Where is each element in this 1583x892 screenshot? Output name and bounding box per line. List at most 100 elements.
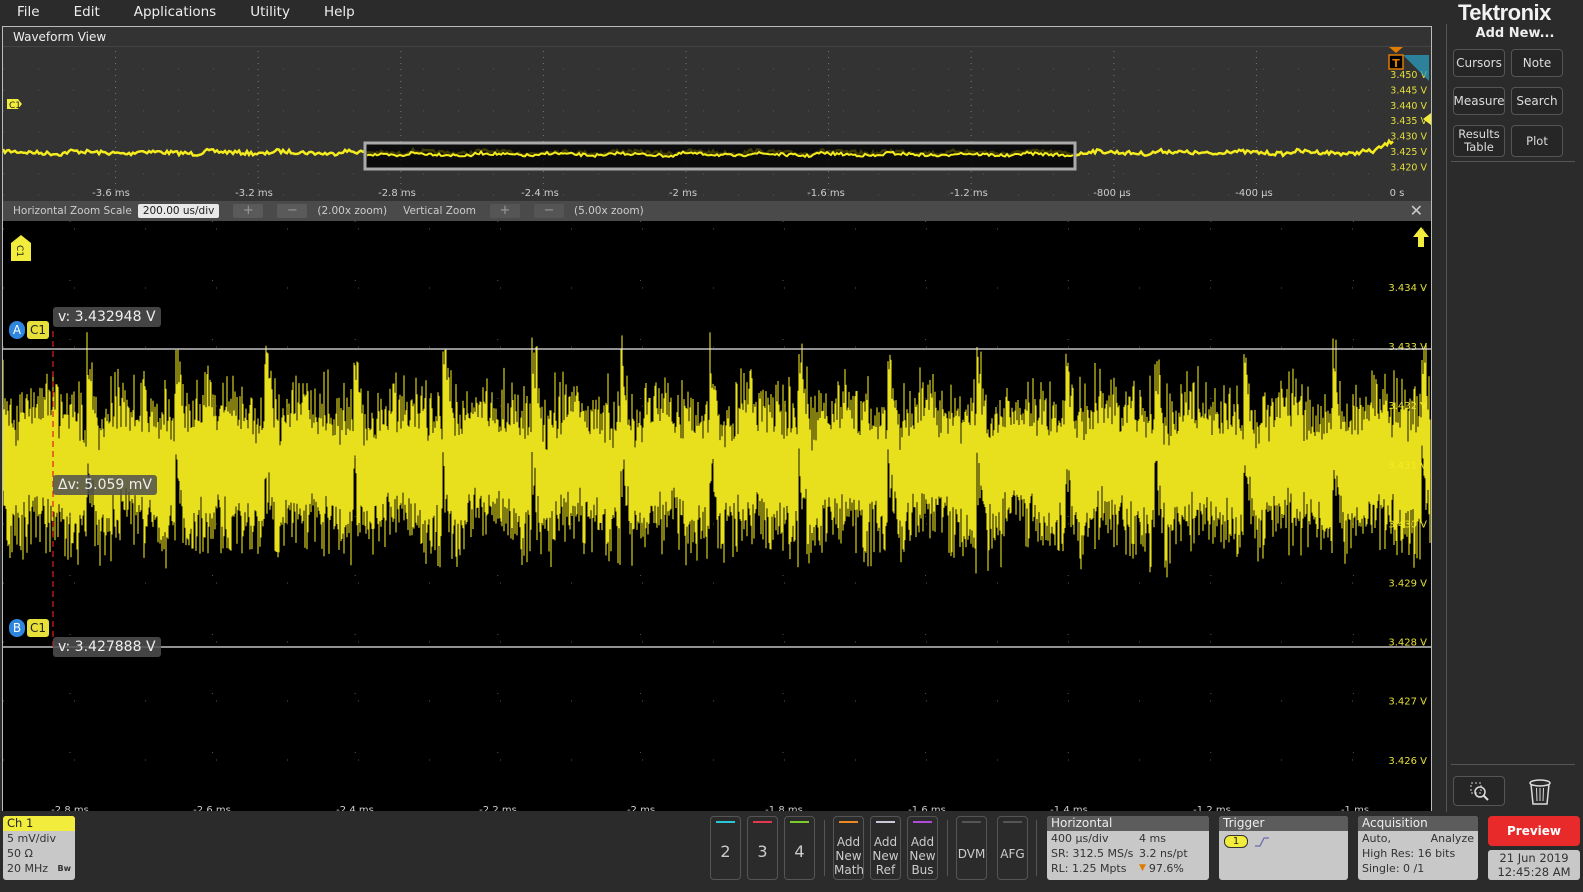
add-results-table-button[interactable]: Results Table <box>1453 125 1505 157</box>
panel-divider <box>1451 764 1575 765</box>
channel-3-label: 3 <box>757 842 768 861</box>
menu-edit[interactable]: Edit <box>57 0 117 24</box>
cursor-a-readout: v: 3.432948 V <box>53 307 161 327</box>
horizontal-zoom-out-button[interactable]: − <box>277 204 308 218</box>
add-cursors-button[interactable]: Cursors <box>1453 49 1505 77</box>
ch1-title: Ch 1 <box>3 816 75 831</box>
cursor-a-tag[interactable]: A C1 <box>9 321 49 339</box>
overview-svg: 3.450 V3.445 V3.440 V3.435 V3.430 V3.425… <box>1 47 1431 199</box>
trigger-arrow-icon <box>1389 47 1403 53</box>
waveform-view-title: Waveform View <box>3 27 1431 47</box>
afg-button[interactable]: AFG <box>997 816 1028 880</box>
channel-2-label: 2 <box>720 842 731 861</box>
horizontal-zoom-label: Horizontal Zoom Scale <box>13 205 132 217</box>
overview-x-tick: -3.2 ms <box>235 188 273 199</box>
dvm-indicator <box>962 821 981 823</box>
preview-button[interactable]: Preview <box>1488 816 1580 846</box>
channel-2-color <box>716 821 735 823</box>
channel-marker-label: C1 <box>9 101 21 111</box>
time-per-point: 3.2 ns/pt <box>1139 847 1188 860</box>
record-length: RL: 1.25 Mpts <box>1051 862 1127 875</box>
channel-3-color <box>753 821 772 823</box>
x-tick-label: -1 ms <box>1341 805 1369 811</box>
horizontal-duration: 4 ms <box>1139 832 1166 845</box>
channel-2-button[interactable]: 2 <box>710 816 741 880</box>
add-measure-button[interactable]: Measure <box>1453 87 1505 115</box>
cursor-b-label: B <box>9 619 25 637</box>
y-tick-label: 3.434 V <box>1388 283 1427 294</box>
y-tick-label: 3.426 V <box>1388 756 1427 767</box>
menu-applications[interactable]: Applications <box>117 0 233 24</box>
acquisition-resolution: High Res: 16 bits <box>1362 847 1456 860</box>
horizontal-zoom-in-button[interactable]: + <box>233 204 264 218</box>
y-tick-label: 3.429 V <box>1388 579 1427 590</box>
bandwidth-limit-icon: Bw <box>57 864 72 873</box>
add-new-math-button[interactable]: Add New Math <box>833 816 864 880</box>
overview-x-tick: -800 µs <box>1093 188 1130 199</box>
horizontal-scale: 400 µs/div <box>1051 832 1109 845</box>
add-new-bus-button[interactable]: Add New Bus <box>907 816 938 880</box>
add-search-button[interactable]: Search <box>1511 87 1563 115</box>
divider <box>824 820 825 876</box>
zoom-region-button[interactable] <box>1453 776 1505 806</box>
menu-bar: File Edit Applications Utility Help <box>0 0 1440 24</box>
horizontal-title: Horizontal <box>1047 816 1209 831</box>
channel-4-label: 4 <box>794 842 805 861</box>
trigger-source: 1 <box>1224 835 1248 848</box>
menu-file[interactable]: File <box>0 0 57 24</box>
channel-4-button[interactable]: 4 <box>784 816 815 880</box>
afg-label: AFG <box>1000 847 1025 861</box>
sample-rate: SR: 312.5 MS/s <box>1051 847 1134 860</box>
add-new-ref-button[interactable]: Add New Ref <box>870 816 901 880</box>
offscreen-up-arrow-icon <box>1413 227 1429 247</box>
zoomed-plot[interactable]: 3.434 V 3.433 V 3.432 V 3.431 V 3.430 V 3.429… <box>2 221 1431 826</box>
vertical-zoom-in-button[interactable]: + <box>490 204 520 218</box>
dvm-button[interactable]: DVM <box>956 816 987 880</box>
x-tick-label: -1.4 ms <box>1050 805 1088 811</box>
trigger-position: 97.6% <box>1148 862 1184 875</box>
trigger-label: T <box>1392 57 1400 70</box>
overview-y-tick: 3.430 V <box>1390 132 1427 143</box>
horizontal-zoom-scale-input[interactable]: 200.00 us/div <box>137 204 220 218</box>
waveform-view: Waveform View 3.450 V 3.445 V 3.440 V 3.435… <box>1 26 1432 826</box>
divider <box>947 820 948 876</box>
overview-plot[interactable]: 3.450 V 3.445 V 3.440 V 3.435 V 3.430 V 3.425… <box>1 47 1431 201</box>
close-zoom-icon[interactable]: ✕ <box>1410 201 1423 221</box>
add-note-button[interactable]: Note <box>1511 49 1563 77</box>
acquisition-badge[interactable]: Acquisition Auto, Analyze High Res: 16 bi… <box>1358 816 1478 880</box>
date: 21 Jun 2019 <box>1499 851 1569 865</box>
panel-divider <box>1451 161 1575 162</box>
waveform-trace <box>2 332 1431 578</box>
dvm-label: DVM <box>957 847 986 861</box>
overview-x-tick: -1.6 ms <box>807 188 845 199</box>
zoom-toolbar: Horizontal Zoom Scale 200.00 us/div + − … <box>3 201 1431 221</box>
menu-help[interactable]: Help <box>307 0 372 24</box>
trigger-badge[interactable]: Trigger 1 <box>1219 816 1348 880</box>
menu-utility[interactable]: Utility <box>233 0 307 24</box>
overview-x-tick: -2.4 ms <box>521 188 559 199</box>
x-tick-label: -1.2 ms <box>1193 805 1231 811</box>
horizontal-badge[interactable]: Horizontal 400 µs/div 4 ms SR: 312.5 MS/s… <box>1047 816 1209 880</box>
channel-3-button[interactable]: 3 <box>747 816 778 880</box>
ch1-badge[interactable]: Ch 1 5 mV/div 50 Ω 20 MHz Bw <box>3 816 75 880</box>
settings-bar: Ch 1 5 mV/div 50 Ω 20 MHz Bw 2 3 4 Add Ne… <box>0 812 1583 892</box>
time: 12:45:28 AM <box>1497 865 1571 879</box>
overview-x-tick: -2 ms <box>669 188 697 199</box>
x-tick-label: -2.8 ms <box>51 805 89 811</box>
vertical-zoom-out-button[interactable]: − <box>534 204 564 218</box>
vertical-zoom-factor: (5.00x zoom) <box>574 205 644 217</box>
cursor-b-tag[interactable]: B C1 <box>9 619 49 637</box>
add-plot-button[interactable]: Plot <box>1511 125 1563 157</box>
overview-x-tick: -400 µs <box>1235 188 1272 199</box>
x-tick-label: -2.2 ms <box>479 805 517 811</box>
add-new-bus-label: Add New Bus <box>909 835 936 877</box>
trash-icon[interactable] <box>1527 778 1553 806</box>
x-tick-label: -2.4 ms <box>336 805 374 811</box>
x-tick-label: -2.6 ms <box>193 805 231 811</box>
brand-logo: Tektronix <box>1458 0 1551 25</box>
add-new-title: Add New... <box>1475 26 1555 41</box>
vertical-zoom-label: Vertical Zoom <box>403 205 476 217</box>
channel-1-marker: C1 <box>7 99 22 111</box>
ch1-scale: 5 mV/div <box>7 832 56 845</box>
overview-x-tick: -1.2 ms <box>950 188 988 199</box>
